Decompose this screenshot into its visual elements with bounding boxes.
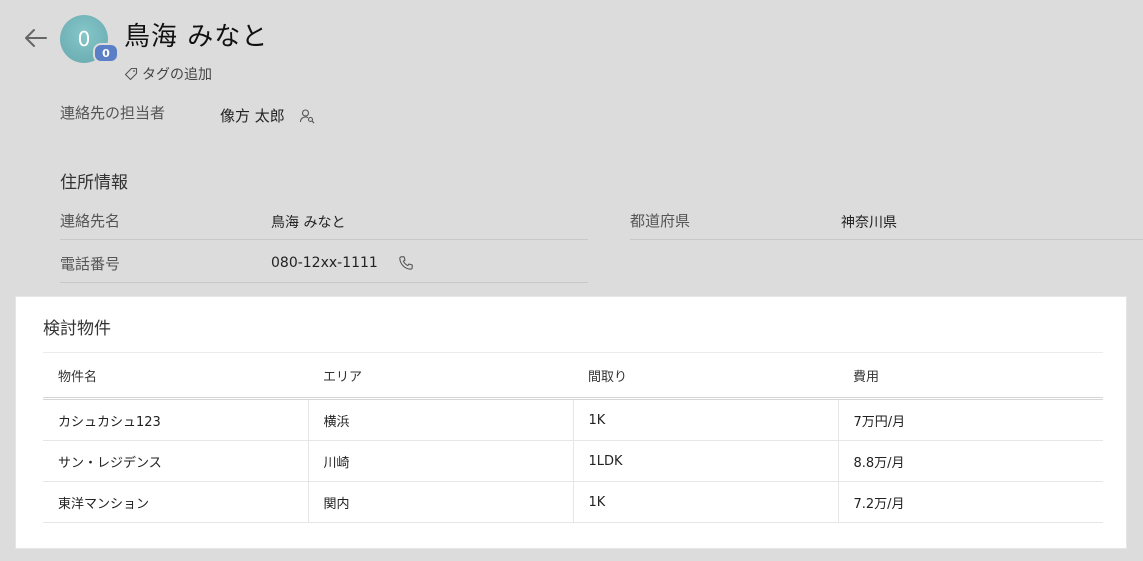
avatar-badge: 0 bbox=[93, 43, 119, 63]
phone-value-group: 080-12xx-1111 bbox=[271, 255, 414, 271]
phone-icon[interactable] bbox=[398, 255, 414, 271]
avatar-initial: 0 bbox=[77, 27, 91, 51]
cell-property-name: カシュカシュ123 bbox=[43, 398, 308, 441]
contact-name-value: 鳥海 みなと bbox=[271, 215, 346, 231]
arrow-left-icon bbox=[25, 29, 47, 47]
properties-title: 検討物件 bbox=[43, 319, 111, 339]
cell-layout: 1K bbox=[572, 481, 838, 523]
tag-icon bbox=[124, 67, 138, 81]
cell-cost: 7万円/月 bbox=[837, 398, 1103, 441]
prefecture-label: 都道府県 bbox=[630, 212, 691, 230]
cell-property-name: サン・レジデンス bbox=[43, 440, 308, 482]
cell-layout: 1K bbox=[572, 398, 838, 441]
column-header-area[interactable]: エリア bbox=[308, 353, 573, 399]
prefecture-field: 都道府県 神奈川県 bbox=[630, 198, 1143, 240]
owner-label: 連絡先の担当者 bbox=[60, 104, 166, 122]
column-header-cost[interactable]: 費用 bbox=[838, 353, 1103, 399]
contact-name-label: 連絡先名 bbox=[60, 212, 121, 230]
column-header-property-name[interactable]: 物件名 bbox=[43, 353, 308, 399]
cell-area: 川崎 bbox=[307, 440, 573, 482]
prefecture-value: 神奈川県 bbox=[841, 215, 897, 231]
table-row[interactable]: 東洋マンション 関内 1K 7.2万/月 bbox=[43, 481, 1103, 523]
properties-table: 物件名 エリア 間取り 費用 カシュカシュ123 横浜 1K 7万円/月 サン・… bbox=[43, 352, 1103, 523]
owner-field: 像方 太郎 bbox=[220, 105, 315, 126]
column-header-layout[interactable]: 間取り bbox=[573, 353, 838, 399]
phone-value: 080-12xx-1111 bbox=[271, 255, 378, 271]
address-section-title: 住所情報 bbox=[60, 173, 128, 193]
phone-field: 電話番号 080-12xx-1111 bbox=[60, 241, 588, 283]
properties-card: 検討物件 物件名 エリア 間取り 費用 カシュカシュ123 横浜 1K 7万円/… bbox=[16, 297, 1126, 548]
table-header-row: 物件名 エリア 間取り 費用 bbox=[43, 352, 1103, 399]
phone-label: 電話番号 bbox=[60, 255, 121, 273]
back-button[interactable] bbox=[22, 24, 50, 52]
table-row[interactable]: カシュカシュ123 横浜 1K 7万円/月 bbox=[43, 398, 1103, 441]
cell-area: 関内 bbox=[307, 481, 573, 523]
cell-area: 横浜 bbox=[307, 398, 573, 441]
cell-property-name: 東洋マンション bbox=[43, 481, 308, 523]
cell-layout: 1LDK bbox=[572, 440, 838, 482]
user-search-icon[interactable] bbox=[299, 108, 315, 124]
page-title: 鳥海 みなと bbox=[124, 22, 269, 52]
table-row[interactable]: サン・レジデンス 川崎 1LDK 8.8万/月 bbox=[43, 440, 1103, 482]
contact-header-area: 0 0 鳥海 みなと タグの追加 連絡先の担当者 像方 太郎 住所情報 連絡先名… bbox=[0, 0, 1143, 300]
cell-cost: 7.2万/月 bbox=[837, 481, 1103, 523]
add-tag-label: タグの追加 bbox=[142, 67, 212, 83]
add-tag-button[interactable]: タグの追加 bbox=[124, 64, 212, 84]
cell-cost: 8.8万/月 bbox=[837, 440, 1103, 482]
contact-name-field: 連絡先名 鳥海 みなと bbox=[60, 198, 588, 240]
owner-value: 像方 太郎 bbox=[220, 107, 285, 125]
